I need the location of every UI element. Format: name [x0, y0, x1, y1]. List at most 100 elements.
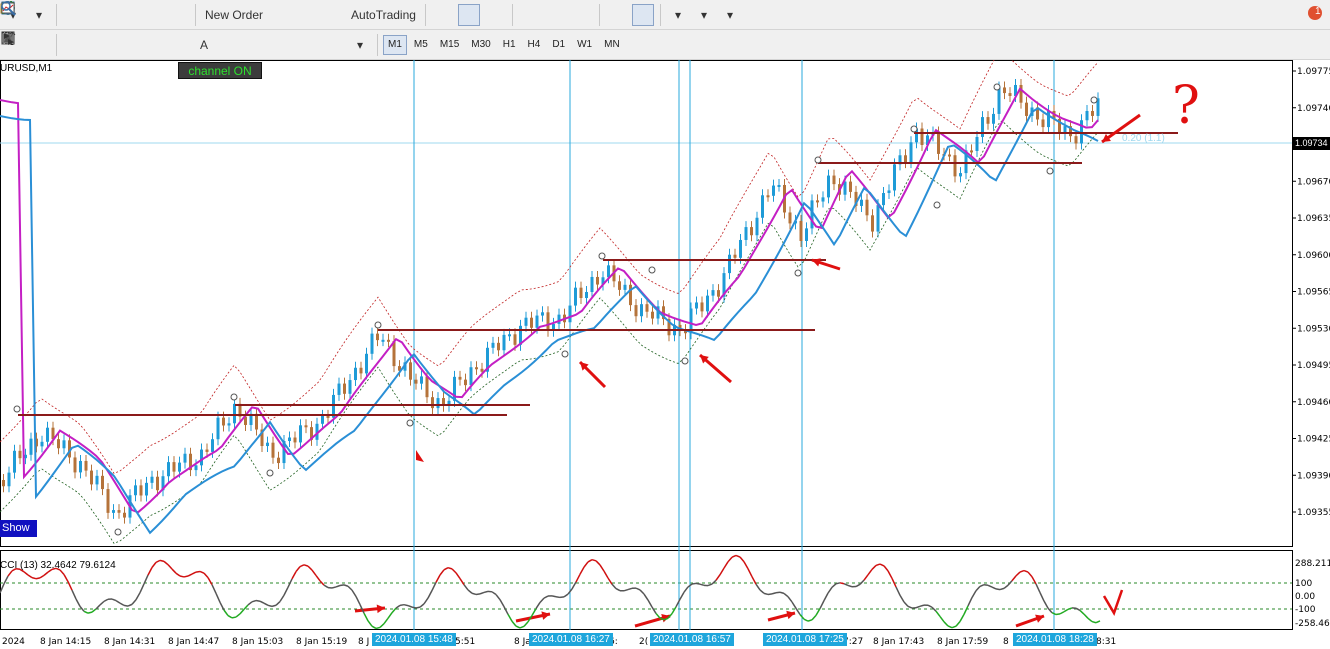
fractal-marker [13, 405, 21, 413]
red-arrowhead [376, 604, 385, 614]
horizontal-line-icon[interactable] [2, 34, 111, 56]
equidistant-channel-icon[interactable]: E [1, 31, 163, 56]
time-axis-label: 8 Jan 17:59 [937, 637, 989, 647]
data-window-icon[interactable] [1, 1, 318, 26]
candle-body [733, 254, 737, 258]
cci-line-segment [579, 566, 585, 575]
crosshair-move-icon[interactable] [1, 1, 111, 26]
timeframe-h1[interactable]: H1 [498, 35, 521, 55]
cci-line-segment [575, 573, 581, 583]
ellipse-icon[interactable] [2, 34, 345, 56]
timeframe-m5[interactable]: M5 [409, 35, 433, 55]
channel-toggle-button[interactable]: channel ON [178, 62, 262, 79]
cci-line-segment [299, 564, 305, 568]
periods-clock-icon[interactable]: ▾ [1, 1, 715, 26]
rectangle-icon[interactable] [2, 34, 267, 56]
cci-line-segment [983, 583, 989, 587]
cci-line-segment [943, 621, 949, 627]
candlestick-chart-icon[interactable] [3, 2, 480, 26]
cci-line-segment [291, 571, 297, 580]
candle-body [156, 476, 159, 491]
fractal-marker [910, 125, 918, 133]
cci-line-segment [699, 583, 705, 587]
notifications-icon[interactable]: 1 [1306, 4, 1328, 26]
strategy-tester-icon[interactable] [1, 1, 189, 26]
cci-line-segment [839, 582, 845, 585]
zoom-out-icon[interactable] [1, 1, 567, 26]
favorites-folder-icon[interactable] [0, 1, 137, 26]
cci-line-segment [99, 600, 105, 606]
profiles-icon[interactable]: ▾ [1, 2, 50, 26]
candle-body [568, 305, 572, 323]
candle-body [222, 417, 225, 426]
signals-icon[interactable] [1, 1, 344, 26]
timeframe-m15[interactable]: M15 [435, 35, 464, 55]
cci-line-segment [999, 587, 1005, 591]
new-order-button[interactable]: New Order [1, 1, 266, 26]
cci-line-segment [135, 592, 141, 601]
text-label-icon[interactable]: T [1, 31, 241, 56]
cci-line-segment [375, 626, 381, 630]
cci-line-segment [643, 593, 649, 601]
candle-body [216, 417, 220, 440]
timeframe-m1[interactable]: M1 [383, 34, 407, 55]
chart-canvas[interactable]: 1.097751.097401.097051.096701.096351.096… [0, 60, 1330, 649]
hatch-icon[interactable] [1, 31, 293, 56]
cci-line-segment [1075, 607, 1081, 612]
bar-chart-icon[interactable] [2, 2, 454, 26]
cci-line-segment [27, 574, 33, 579]
cci-line-segment [523, 621, 529, 627]
trendline-icon[interactable] [1, 31, 137, 56]
triangle-icon[interactable] [2, 33, 319, 56]
cci-line-segment [95, 604, 101, 610]
candle-body [788, 212, 792, 224]
navigator-icon[interactable] [1, 1, 163, 26]
candle-body [546, 312, 550, 331]
metaeditor-icon[interactable] [1, 3, 292, 26]
fibonacci-icon[interactable]: F [2, 32, 189, 56]
timeframe-h4[interactable]: H4 [523, 35, 546, 55]
timeframe-w1[interactable]: W1 [572, 35, 597, 55]
chart-area[interactable]: 1.097751.097401.097051.096701.096351.096… [0, 60, 1330, 649]
candle-body [1041, 119, 1045, 128]
autoscroll-icon[interactable] [2, 2, 654, 26]
vertical-line-icon[interactable] [7, 32, 85, 56]
arrows-icon[interactable]: ▾ [4, 33, 371, 56]
auto-trading-button[interactable]: AutoTrading [2, 2, 419, 26]
candle-body [475, 367, 478, 370]
cci-line-segment [395, 604, 401, 609]
cci-line-segment [903, 601, 909, 607]
cci-line-segment [563, 593, 569, 598]
market-watch-icon[interactable]: $ [1, 1, 85, 26]
candle-body [700, 302, 704, 312]
time-axis-label: 8 J [358, 637, 369, 647]
timeframe-mn[interactable]: MN [599, 35, 625, 55]
indicators-icon[interactable]: ▾ [1, 1, 689, 26]
tile-windows-icon[interactable] [2, 2, 593, 26]
zoom-in-icon[interactable] [1, 1, 541, 26]
candle-body [750, 227, 753, 236]
candle-body [431, 397, 434, 409]
candle-body [387, 339, 390, 342]
upper-envelope [0, 60, 1099, 474]
cci-line-segment [223, 609, 229, 616]
candle-body [167, 462, 170, 477]
text-tool-icon[interactable]: A [193, 34, 215, 56]
cci-line-segment [235, 613, 241, 618]
red-marker [416, 450, 424, 462]
cci-line-segment [387, 612, 393, 619]
line-chart-icon[interactable] [1, 2, 506, 26]
cci-line-segment [555, 595, 561, 599]
timeframe-d1[interactable]: D1 [547, 35, 570, 55]
candle-body [799, 220, 803, 241]
search-icon[interactable] [1, 1, 1302, 26]
crosshair-icon[interactable] [2, 32, 50, 56]
fractal-marker [561, 350, 569, 358]
cci-line-segment [267, 604, 273, 608]
templates-icon[interactable]: ▾ [1, 2, 741, 26]
cci-line-segment [83, 610, 89, 614]
chart-shift-icon[interactable] [2, 2, 628, 26]
timeframe-m30[interactable]: M30 [466, 35, 495, 55]
cci-line-segment [431, 582, 437, 591]
show-button[interactable]: Show [0, 520, 37, 537]
